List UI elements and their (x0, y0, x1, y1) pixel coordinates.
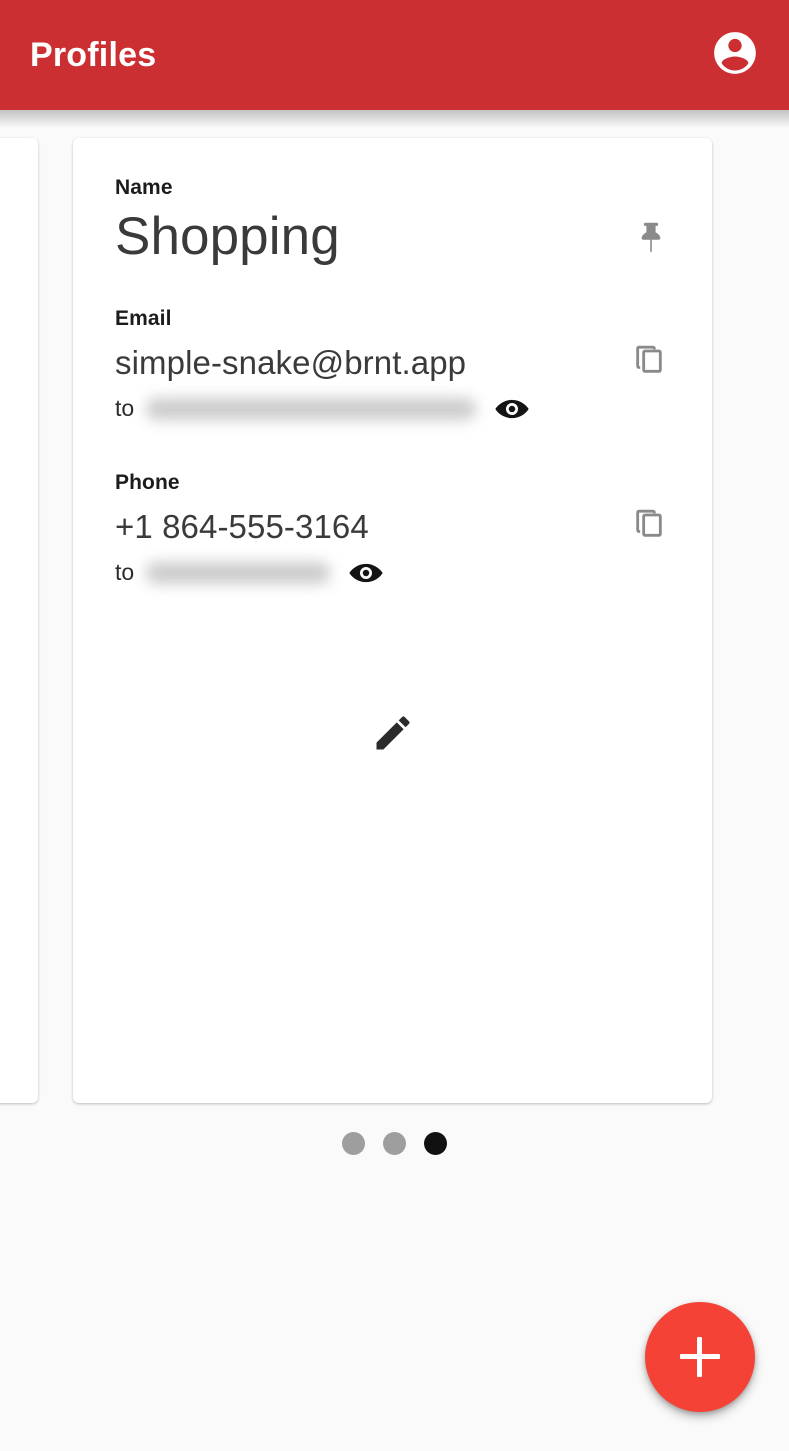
phone-forward-redacted-value (146, 561, 331, 584)
pencil-icon (376, 716, 410, 750)
add-profile-fab[interactable] (645, 1302, 755, 1412)
profile-card-previous[interactable] (0, 138, 38, 1103)
field-email-value: simple-snake@brnt.app (115, 343, 467, 381)
app-root: Profiles Name Shopping Email simple-snak… (0, 0, 789, 1451)
copy-icon (636, 509, 662, 537)
phone-forward-prefix: to (115, 559, 135, 586)
page-dot-3[interactable] (424, 1132, 447, 1155)
field-phone: Phone +1 864-555-3164 to (115, 471, 670, 593)
pin-button[interactable] (632, 218, 670, 256)
profile-carousel[interactable]: Name Shopping Email simple-snake@brnt.ap… (0, 110, 789, 1110)
copy-email-button[interactable] (630, 343, 670, 383)
pin-icon (641, 223, 661, 253)
field-phone-label: Phone (115, 470, 180, 494)
carousel-page-indicator (0, 1132, 789, 1155)
field-name-label: Name (115, 176, 173, 199)
reveal-email-button[interactable] (492, 389, 532, 429)
reveal-phone-button[interactable] (346, 553, 386, 593)
copy-phone-button[interactable] (630, 507, 670, 547)
email-forward-prefix: to (115, 395, 135, 422)
eye-icon (349, 563, 383, 582)
email-forward-redacted-value (146, 397, 477, 420)
field-email-label: Email (115, 306, 172, 330)
field-name-value: Shopping (115, 207, 340, 266)
edit-profile-button[interactable] (115, 711, 670, 755)
email-forward-row: to (115, 389, 670, 429)
eye-icon (495, 399, 529, 418)
field-name: Name Shopping (115, 176, 670, 269)
page-dot-1[interactable] (342, 1132, 365, 1155)
profile-card-active[interactable]: Name Shopping Email simple-snake@brnt.ap… (73, 138, 712, 1103)
account-circle-icon (710, 28, 760, 83)
account-button[interactable] (709, 29, 761, 81)
page-dot-2[interactable] (383, 1132, 406, 1155)
copy-icon (636, 345, 662, 373)
plus-icon (680, 1337, 720, 1377)
phone-forward-row: to (115, 553, 670, 593)
page-title: Profiles (30, 36, 157, 74)
app-bar: Profiles (0, 0, 789, 110)
field-phone-value: +1 864-555-3164 (115, 507, 369, 545)
field-email: Email simple-snake@brnt.app to (115, 307, 670, 429)
